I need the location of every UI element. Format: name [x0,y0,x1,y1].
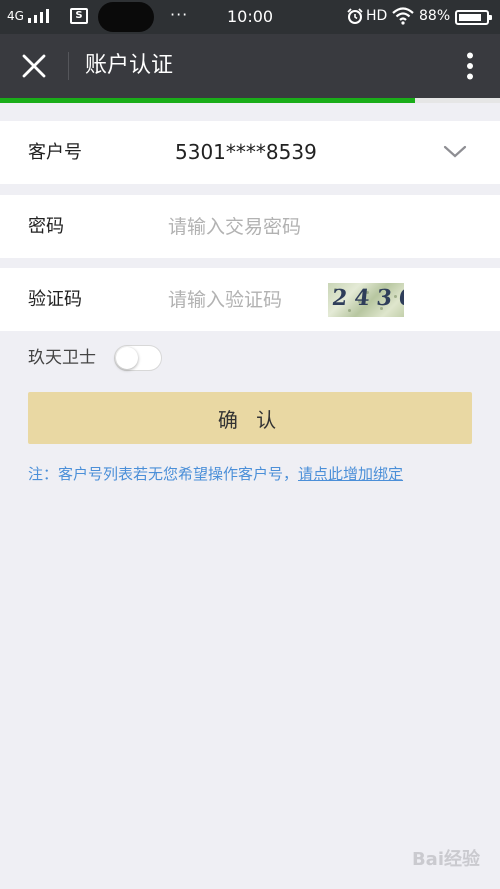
guard-label: 玖天卫士 [28,348,96,368]
toggle-knob [116,347,138,369]
guard-toggle[interactable] [114,345,162,371]
note-text: 注：客户号列表若无您希望操作客户号， [28,465,299,483]
captcha-label: 验证码 [28,289,82,310]
close-icon [22,54,46,78]
add-binding-link[interactable]: 请点此增加绑定 [298,465,403,483]
notification-icon: S [70,8,88,24]
captcha-text: 2430 [330,285,404,311]
captcha-image[interactable]: 2430 [328,283,404,317]
more-button[interactable] [458,48,482,84]
password-row: 密码 [0,195,500,258]
battery-icon [455,10,492,25]
confirm-button[interactable]: 确 认 [28,392,472,444]
captcha-input[interactable] [168,278,318,321]
password-label: 密码 [28,216,64,237]
redaction-blob [98,2,154,32]
more-vertical-icon [467,52,473,80]
signal-icon [28,9,54,23]
binding-note: 注：客户号列表若无您希望操作客户号，请点此增加绑定 [28,463,403,484]
chevron-down-icon[interactable] [442,139,468,165]
clock: 10:00 [227,7,274,26]
password-input[interactable] [168,205,468,248]
title-bar: 账户认证 [0,34,500,98]
battery-fill [459,14,482,21]
more-notifications: ··· [170,5,189,24]
progress-fill [0,98,415,103]
customer-number-label: 客户号 [28,142,82,163]
baidu-watermark-logo: Bai经验 [411,849,480,870]
battery-percent: 88% [419,8,451,24]
network-type: 4G [7,9,24,23]
customer-number-value: 5301****8539 [175,140,317,164]
customer-number-row[interactable]: 客户号 5301****8539 [0,121,500,184]
wifi-icon [392,7,414,25]
page-load-progress [0,98,500,103]
captcha-row: 验证码 2430 [0,268,500,331]
close-button[interactable] [14,46,54,86]
hd-indicator: HD [366,8,388,24]
title-divider [68,52,69,80]
alarm-icon [347,8,363,24]
page-title: 账户认证 [85,53,174,78]
status-bar: 4G S ··· 10:00 HD 88% [0,0,500,34]
